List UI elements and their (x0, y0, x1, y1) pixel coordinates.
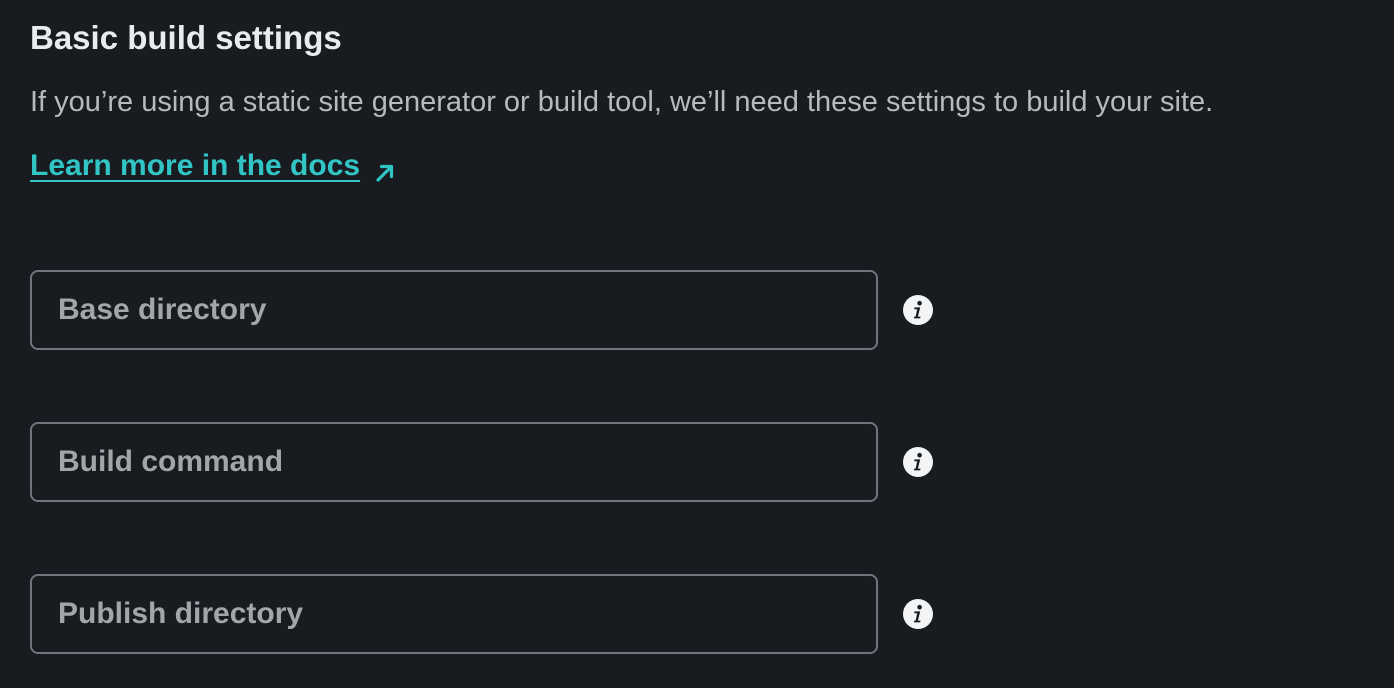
learn-more-docs-link[interactable]: Learn more in the docs (30, 146, 396, 186)
docs-link-label: Learn more in the docs (30, 149, 361, 182)
section-description: If you’re using a static site generator … (30, 86, 1214, 118)
build-command-input[interactable] (30, 422, 878, 502)
info-icon[interactable] (902, 598, 934, 630)
basic-build-settings-section: Basic build settings If you’re using a s… (30, 0, 1394, 688)
build-command-row (30, 422, 950, 502)
section-title: Basic build settings (30, 19, 342, 56)
publish-directory-row (30, 574, 950, 654)
info-icon[interactable] (902, 446, 934, 478)
info-icon[interactable] (902, 294, 934, 326)
base-directory-input[interactable] (30, 270, 878, 350)
base-directory-row (30, 270, 950, 350)
arrow-up-right-icon (374, 155, 396, 182)
publish-directory-input[interactable] (30, 574, 878, 654)
